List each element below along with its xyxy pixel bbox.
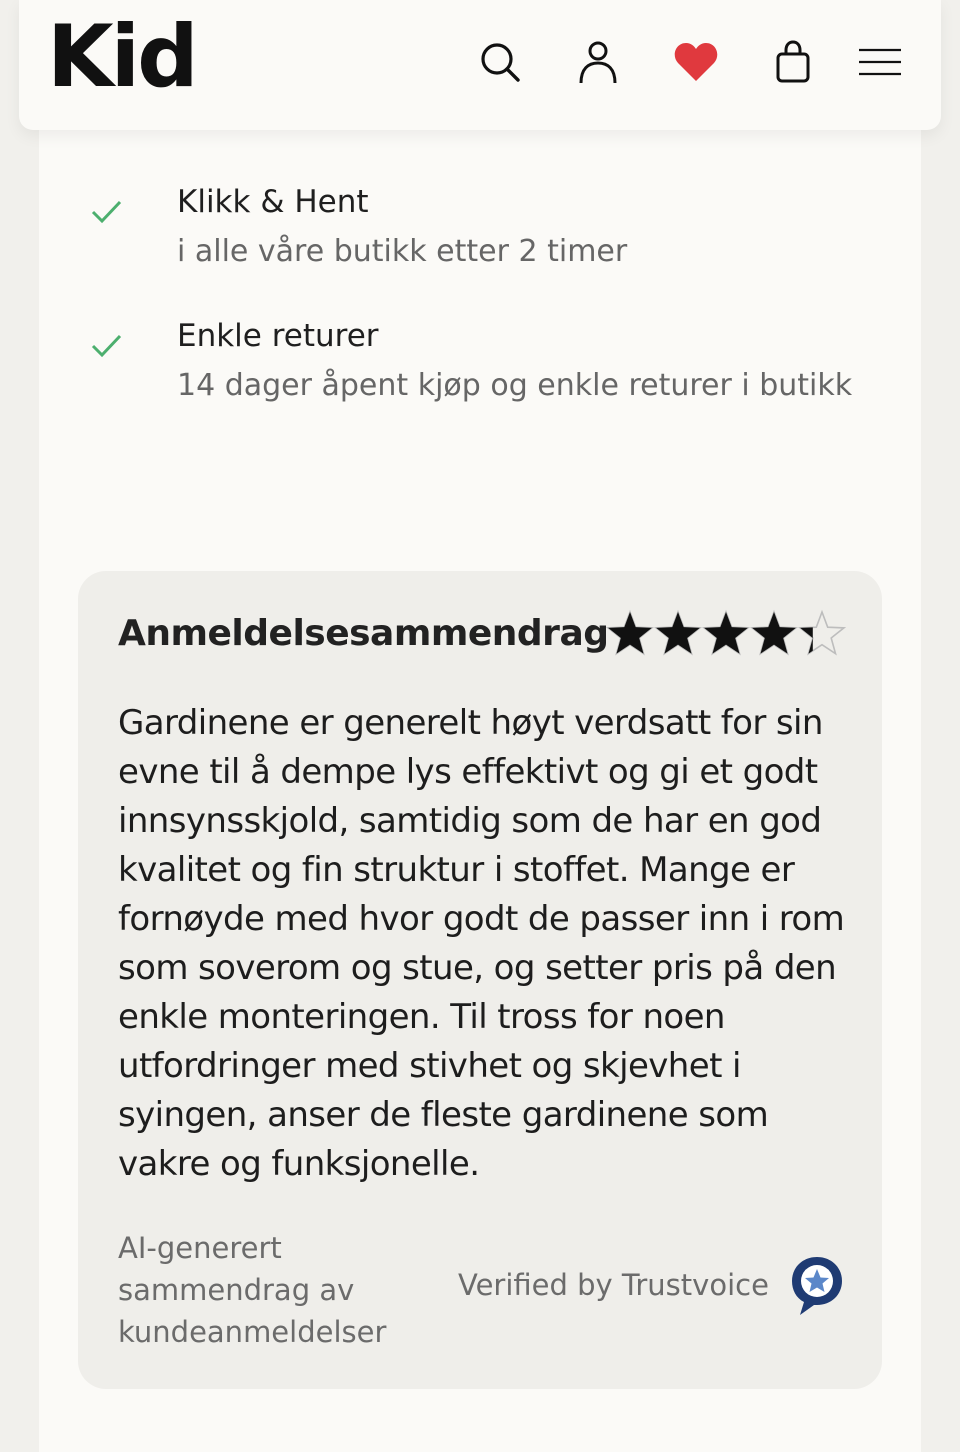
review-summary-title: Anmeldelsesammendrag	[118, 613, 609, 654]
usp-subtitle: i alle våre butikk etter 2 timer	[177, 234, 628, 269]
cart-button[interactable]	[769, 36, 817, 88]
bag-icon	[776, 40, 810, 83]
review-summary-text: Gardinene er generelt høyt verdsatt for …	[118, 703, 845, 1184]
verified-by-trustvoice: Verified by Trustvoice	[458, 1268, 769, 1302]
usp-title: Enkle returer	[177, 318, 379, 354]
check-icon	[91, 200, 122, 224]
check-icon	[91, 334, 122, 358]
usp-subtitle: 14 dager åpent kjøp og enkle returer i b…	[177, 368, 853, 403]
review-summary-card: Anmeldelsesammendrag Gardinene er genere…	[78, 571, 882, 1389]
heart-icon	[674, 43, 718, 81]
star-fill	[704, 612, 748, 654]
search-button[interactable]	[476, 36, 524, 88]
menu-button[interactable]	[845, 36, 915, 88]
site-header: Kid	[19, 0, 941, 130]
star-rating	[606, 609, 846, 656]
user-icon	[579, 41, 617, 84]
search-icon	[481, 43, 520, 82]
usp-title: Klikk & Hent	[177, 184, 369, 220]
star-fill	[656, 612, 700, 654]
wishlist-button[interactable]	[672, 36, 720, 88]
star-fill	[752, 612, 796, 654]
account-button[interactable]	[574, 36, 622, 88]
star-fill	[608, 612, 652, 654]
trustvoice-logo-icon[interactable]	[790, 1255, 844, 1317]
menu-icon	[859, 48, 901, 76]
ai-generated-note: AI-generert sammendrag av kundeanmeldels…	[118, 1231, 387, 1349]
kid-logo[interactable]: Kid	[47, 14, 199, 100]
